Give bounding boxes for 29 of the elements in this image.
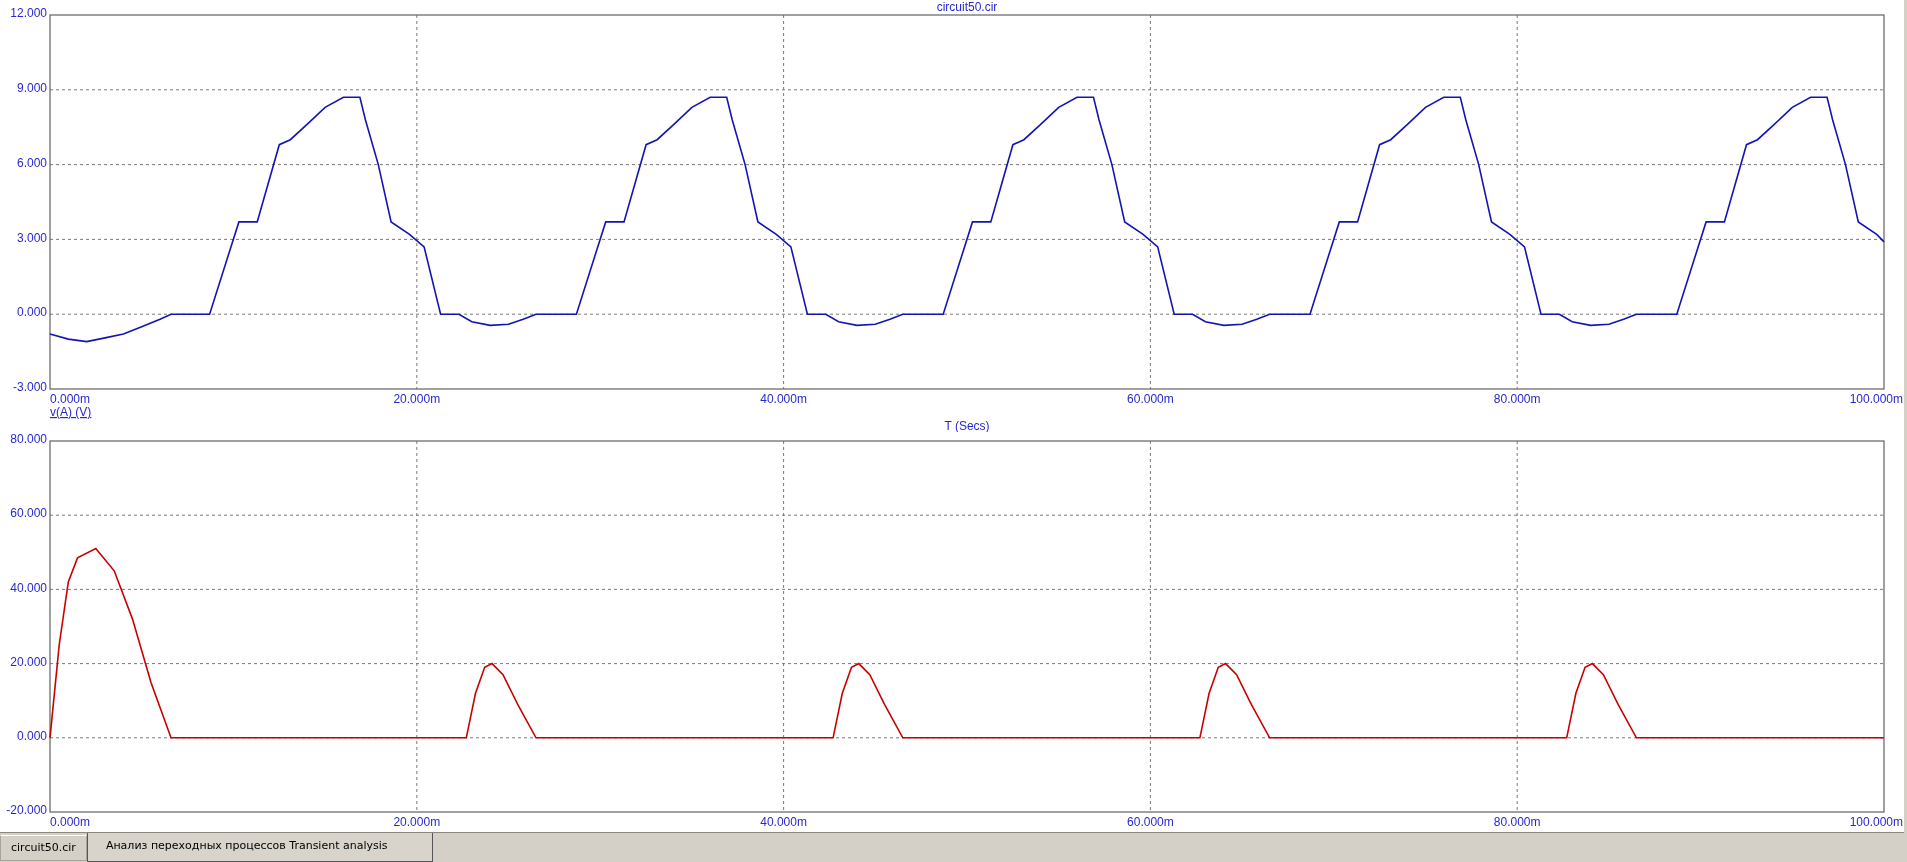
x-tick-label: 60.000m [1127,392,1174,406]
x-tick-label: 0.000m [50,392,91,406]
x-tick-label: 20.000m [393,815,441,829]
y-tick-label: -20.000 [6,803,47,818]
x-axis-label: T (Secs) [944,419,990,432]
tab[interactable]: circuit50.cir [0,835,87,861]
x-tick-label: 100.000m [1849,392,1903,406]
x-tick-label: 40.000m [760,815,807,829]
y-tick-label: 0.000 [16,305,47,320]
y-tick-label: 80.000 [10,432,47,447]
y-tick-label: 9.000 [16,80,47,95]
y-tick-label: 6.000 [16,155,47,170]
trace-name-link[interactable]: v(A) (V) [50,405,92,419]
tab[interactable]: Анализ переходных процессов Transient analysis [86,833,433,862]
x-tick-label: 20.000m [393,392,441,406]
x-tick-label: 100.000m [1849,815,1903,829]
x-tick-label: 80.000m [1493,392,1541,406]
y-tick-label: -3.000 [12,380,47,395]
x-tick-label: 60.000m [1127,815,1174,829]
chart-title: circuit50.cir [936,0,998,14]
y-tick-label: 0.000 [16,728,47,743]
y-tick-label: 20.000 [10,654,47,669]
y-tick-label: 3.000 [16,230,47,245]
y-tick-label: 60.000 [10,506,47,521]
x-tick-label: 80.000m [1493,815,1541,829]
x-tick-label: 0.000m [50,815,91,829]
y-tick-label: 40.000 [10,580,47,595]
y-tick-label: 12.000 [10,6,47,21]
x-tick-label: 40.000m [760,392,807,406]
